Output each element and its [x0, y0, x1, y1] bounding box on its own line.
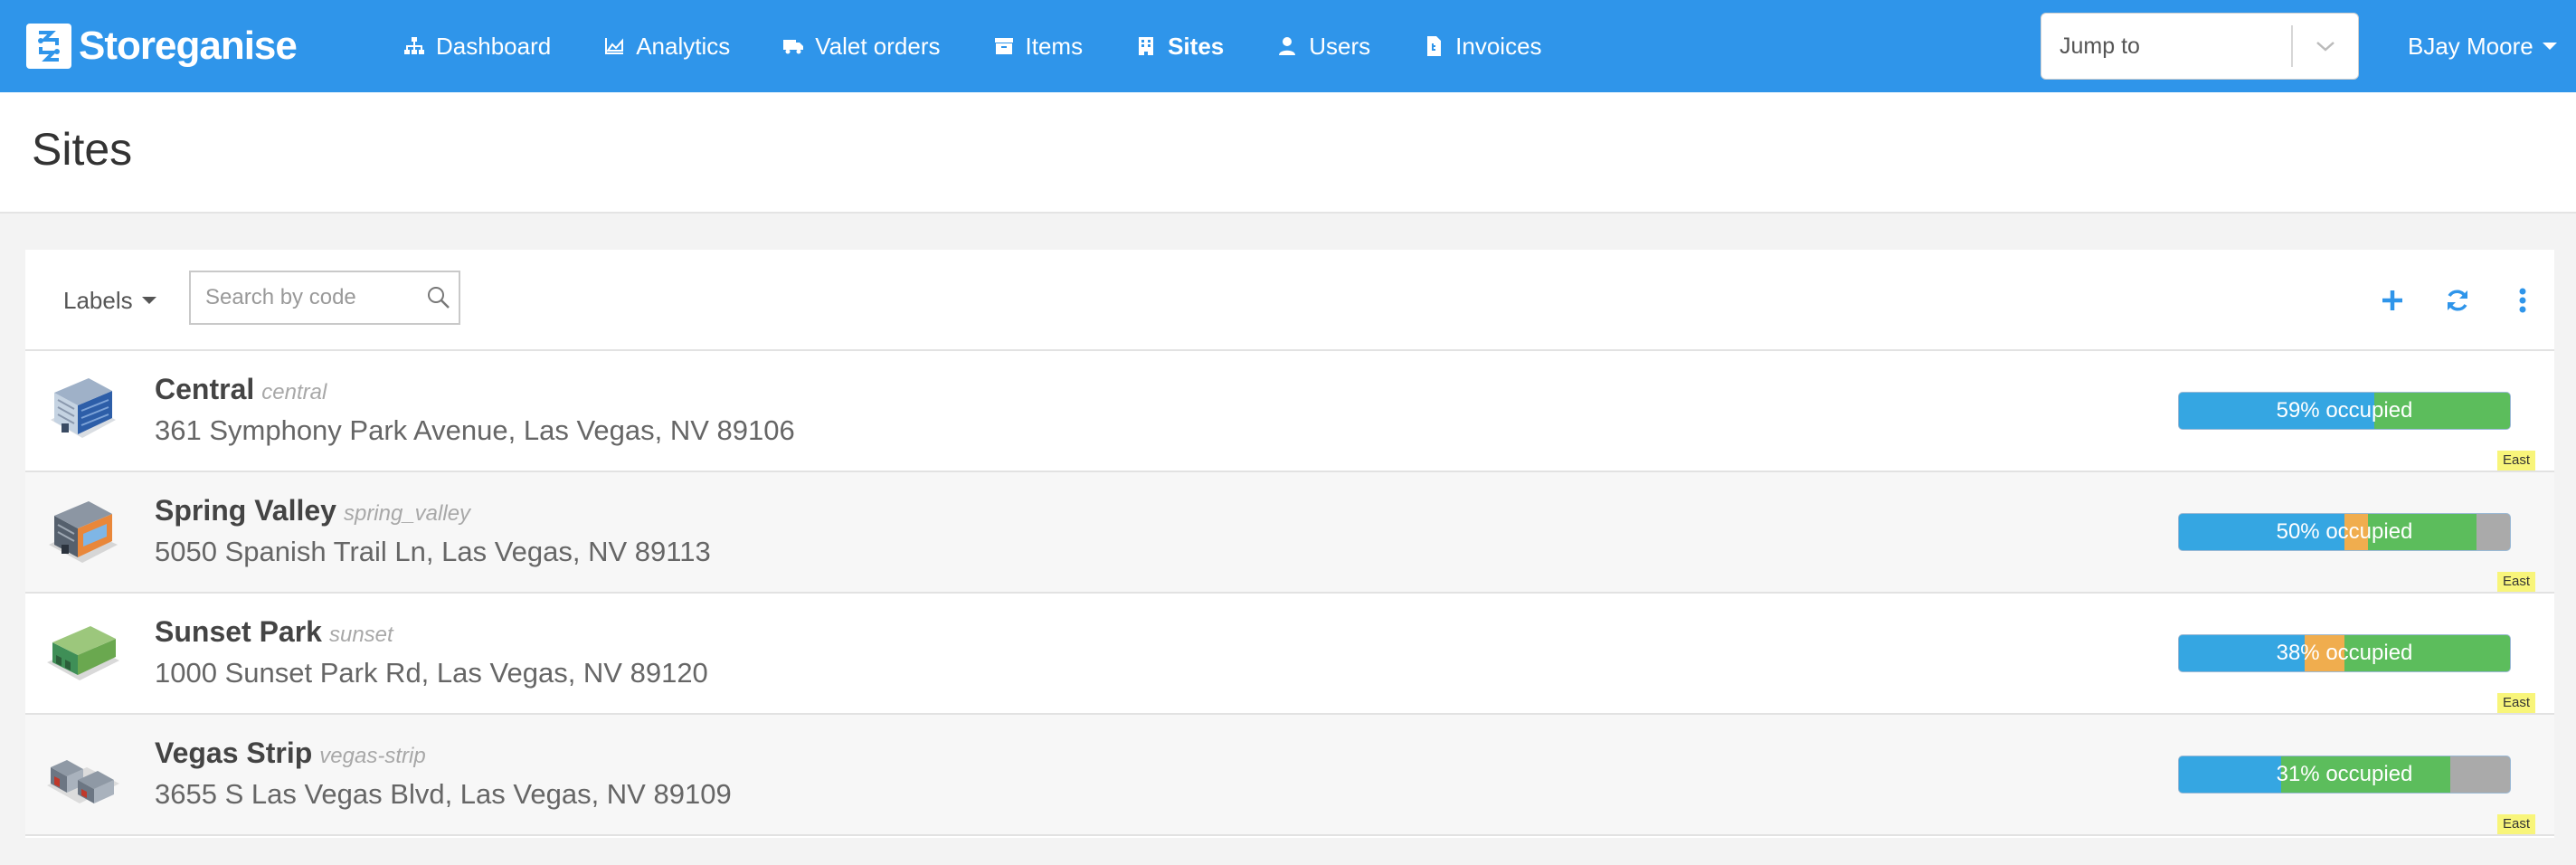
site-row-central[interactable]: Central central 361 Symphony Park Avenue,…	[25, 351, 2554, 472]
nav-valet-orders[interactable]: Valet orders	[782, 32, 941, 61]
site-address: 3655 S Las Vegas Blvd, Las Vegas, NV 891…	[155, 778, 732, 810]
site-label-tag: East	[2497, 572, 2536, 592]
site-address: 5050 Spanish Trail Ln, Las Vegas, NV 891…	[155, 536, 711, 567]
site-name-text: Sunset Park	[155, 615, 322, 648]
toolbar-actions	[2377, 275, 2538, 326]
occupancy-bar: 31% occupied	[2178, 756, 2511, 794]
nav-analytics[interactable]: Analytics	[603, 33, 730, 61]
jump-to-select[interactable]: Jump to	[2041, 13, 2359, 80]
nav-dashboard[interactable]: Dashboard	[403, 33, 551, 61]
user-icon	[1279, 37, 1296, 55]
nav-items[interactable]: Items	[993, 32, 1084, 61]
nav-sites-label: Sites	[1168, 32, 1225, 60]
occupancy-label: 50% occupied	[2276, 519, 2413, 544]
site-label-tag: East	[2497, 451, 2536, 471]
occupancy-bar: 50% occupied	[2178, 513, 2511, 551]
site-name: Central central	[155, 373, 327, 406]
site-name: Sunset Park sunset	[155, 615, 393, 649]
occupancy-bar: 38% occupied	[2178, 634, 2511, 672]
search-icon[interactable]	[419, 285, 459, 310]
nav-invoices[interactable]: Invoices	[1423, 32, 1542, 61]
sites-toolbar: Labels	[25, 250, 2554, 351]
refresh-icon	[2448, 290, 2467, 311]
nav-sites[interactable]: Sites	[1135, 33, 1224, 61]
site-label-tag: East	[2497, 814, 2536, 834]
sitemap-icon	[404, 37, 424, 54]
site-name: Spring Valley spring_valley	[155, 494, 470, 528]
storeganise-logo-icon	[26, 24, 71, 69]
user-name: BJay Moore	[2408, 32, 2533, 60]
site-name-text: Vegas Strip	[155, 737, 313, 769]
page-header: Sites	[0, 92, 2576, 214]
site-address: 1000 Sunset Park Rd, Las Vegas, NV 89120	[155, 657, 708, 689]
site-code: central	[261, 380, 327, 404]
nav-invoices-label: Invoices	[1455, 32, 1542, 60]
chevron-down-icon[interactable]	[2293, 39, 2358, 53]
office-building-icon	[51, 378, 116, 438]
search-box	[189, 271, 460, 325]
main-nav: Dashboard Analytics Valet orders Items S…	[403, 0, 1595, 92]
nav-analytics-label: Analytics	[636, 32, 731, 60]
site-name: Vegas Strip vegas-strip	[155, 737, 426, 770]
occupancy-label: 38% occupied	[2276, 641, 2413, 665]
nav-items-label: Items	[1025, 32, 1084, 60]
site-row-vegas-strip[interactable]: Vegas Strip vegas-strip 3655 S Las Vegas …	[25, 715, 2554, 836]
site-code: sunset	[328, 623, 393, 647]
labels-dropdown-label: Labels	[63, 286, 133, 314]
caret-down-icon	[2542, 43, 2557, 50]
occupancy-label: 31% occupied	[2276, 762, 2413, 786]
site-name-text: Central	[155, 373, 255, 405]
site-row-spring-valley[interactable]: Spring Valley spring_valley 5050 Spanish …	[25, 472, 2554, 594]
occupancy-bar: 59% occupied	[2178, 392, 2511, 430]
more-options-button[interactable]	[2507, 285, 2538, 316]
page-title: Sites	[32, 124, 133, 175]
brand-logo[interactable]: Storeganise	[26, 22, 298, 71]
nav-users[interactable]: Users	[1276, 33, 1370, 61]
plus-icon	[2382, 290, 2402, 310]
labels-dropdown[interactable]: Labels	[63, 277, 156, 324]
add-site-button[interactable]	[2377, 285, 2408, 316]
archive-icon	[994, 38, 1013, 54]
storage-units-icon	[47, 760, 119, 803]
truck-icon	[783, 40, 804, 54]
caret-down-icon	[141, 297, 156, 304]
site-address: 361 Symphony Park Avenue, Las Vegas, NV …	[155, 414, 795, 446]
invoice-icon	[1427, 36, 1442, 56]
site-label-tag: East	[2497, 693, 2536, 713]
nav-valet-orders-label: Valet orders	[815, 32, 941, 60]
jump-to-placeholder: Jump to	[2060, 33, 2140, 59]
occupancy-label: 59% occupied	[2276, 398, 2413, 423]
kebab-menu-icon	[2519, 288, 2526, 313]
site-row-sunset-park[interactable]: Sunset Park sunset 1000 Sunset Park Rd, L…	[25, 594, 2554, 715]
building-icon	[1139, 37, 1154, 55]
refresh-button[interactable]	[2442, 285, 2473, 316]
brand-name: Storeganise	[79, 24, 298, 68]
site-name-text: Spring Valley	[155, 494, 336, 527]
site-code: spring_valley	[343, 501, 471, 526]
nav-dashboard-label: Dashboard	[436, 32, 552, 60]
nav-users-label: Users	[1309, 32, 1371, 60]
top-navbar: Storeganise Dashboard Analytics Valet or…	[0, 0, 2576, 92]
site-code: vegas-strip	[319, 744, 426, 768]
sites-panel: Labels Search by code Central central 36…	[25, 250, 2554, 838]
area-chart-icon	[605, 38, 624, 54]
warehouse-icon	[47, 626, 119, 680]
user-menu[interactable]: BJay Moore	[2408, 0, 2557, 92]
search-input[interactable]	[191, 272, 419, 323]
sites-list: Central central 361 Symphony Park Avenue,…	[25, 351, 2554, 836]
storage-building-icon	[49, 501, 118, 563]
